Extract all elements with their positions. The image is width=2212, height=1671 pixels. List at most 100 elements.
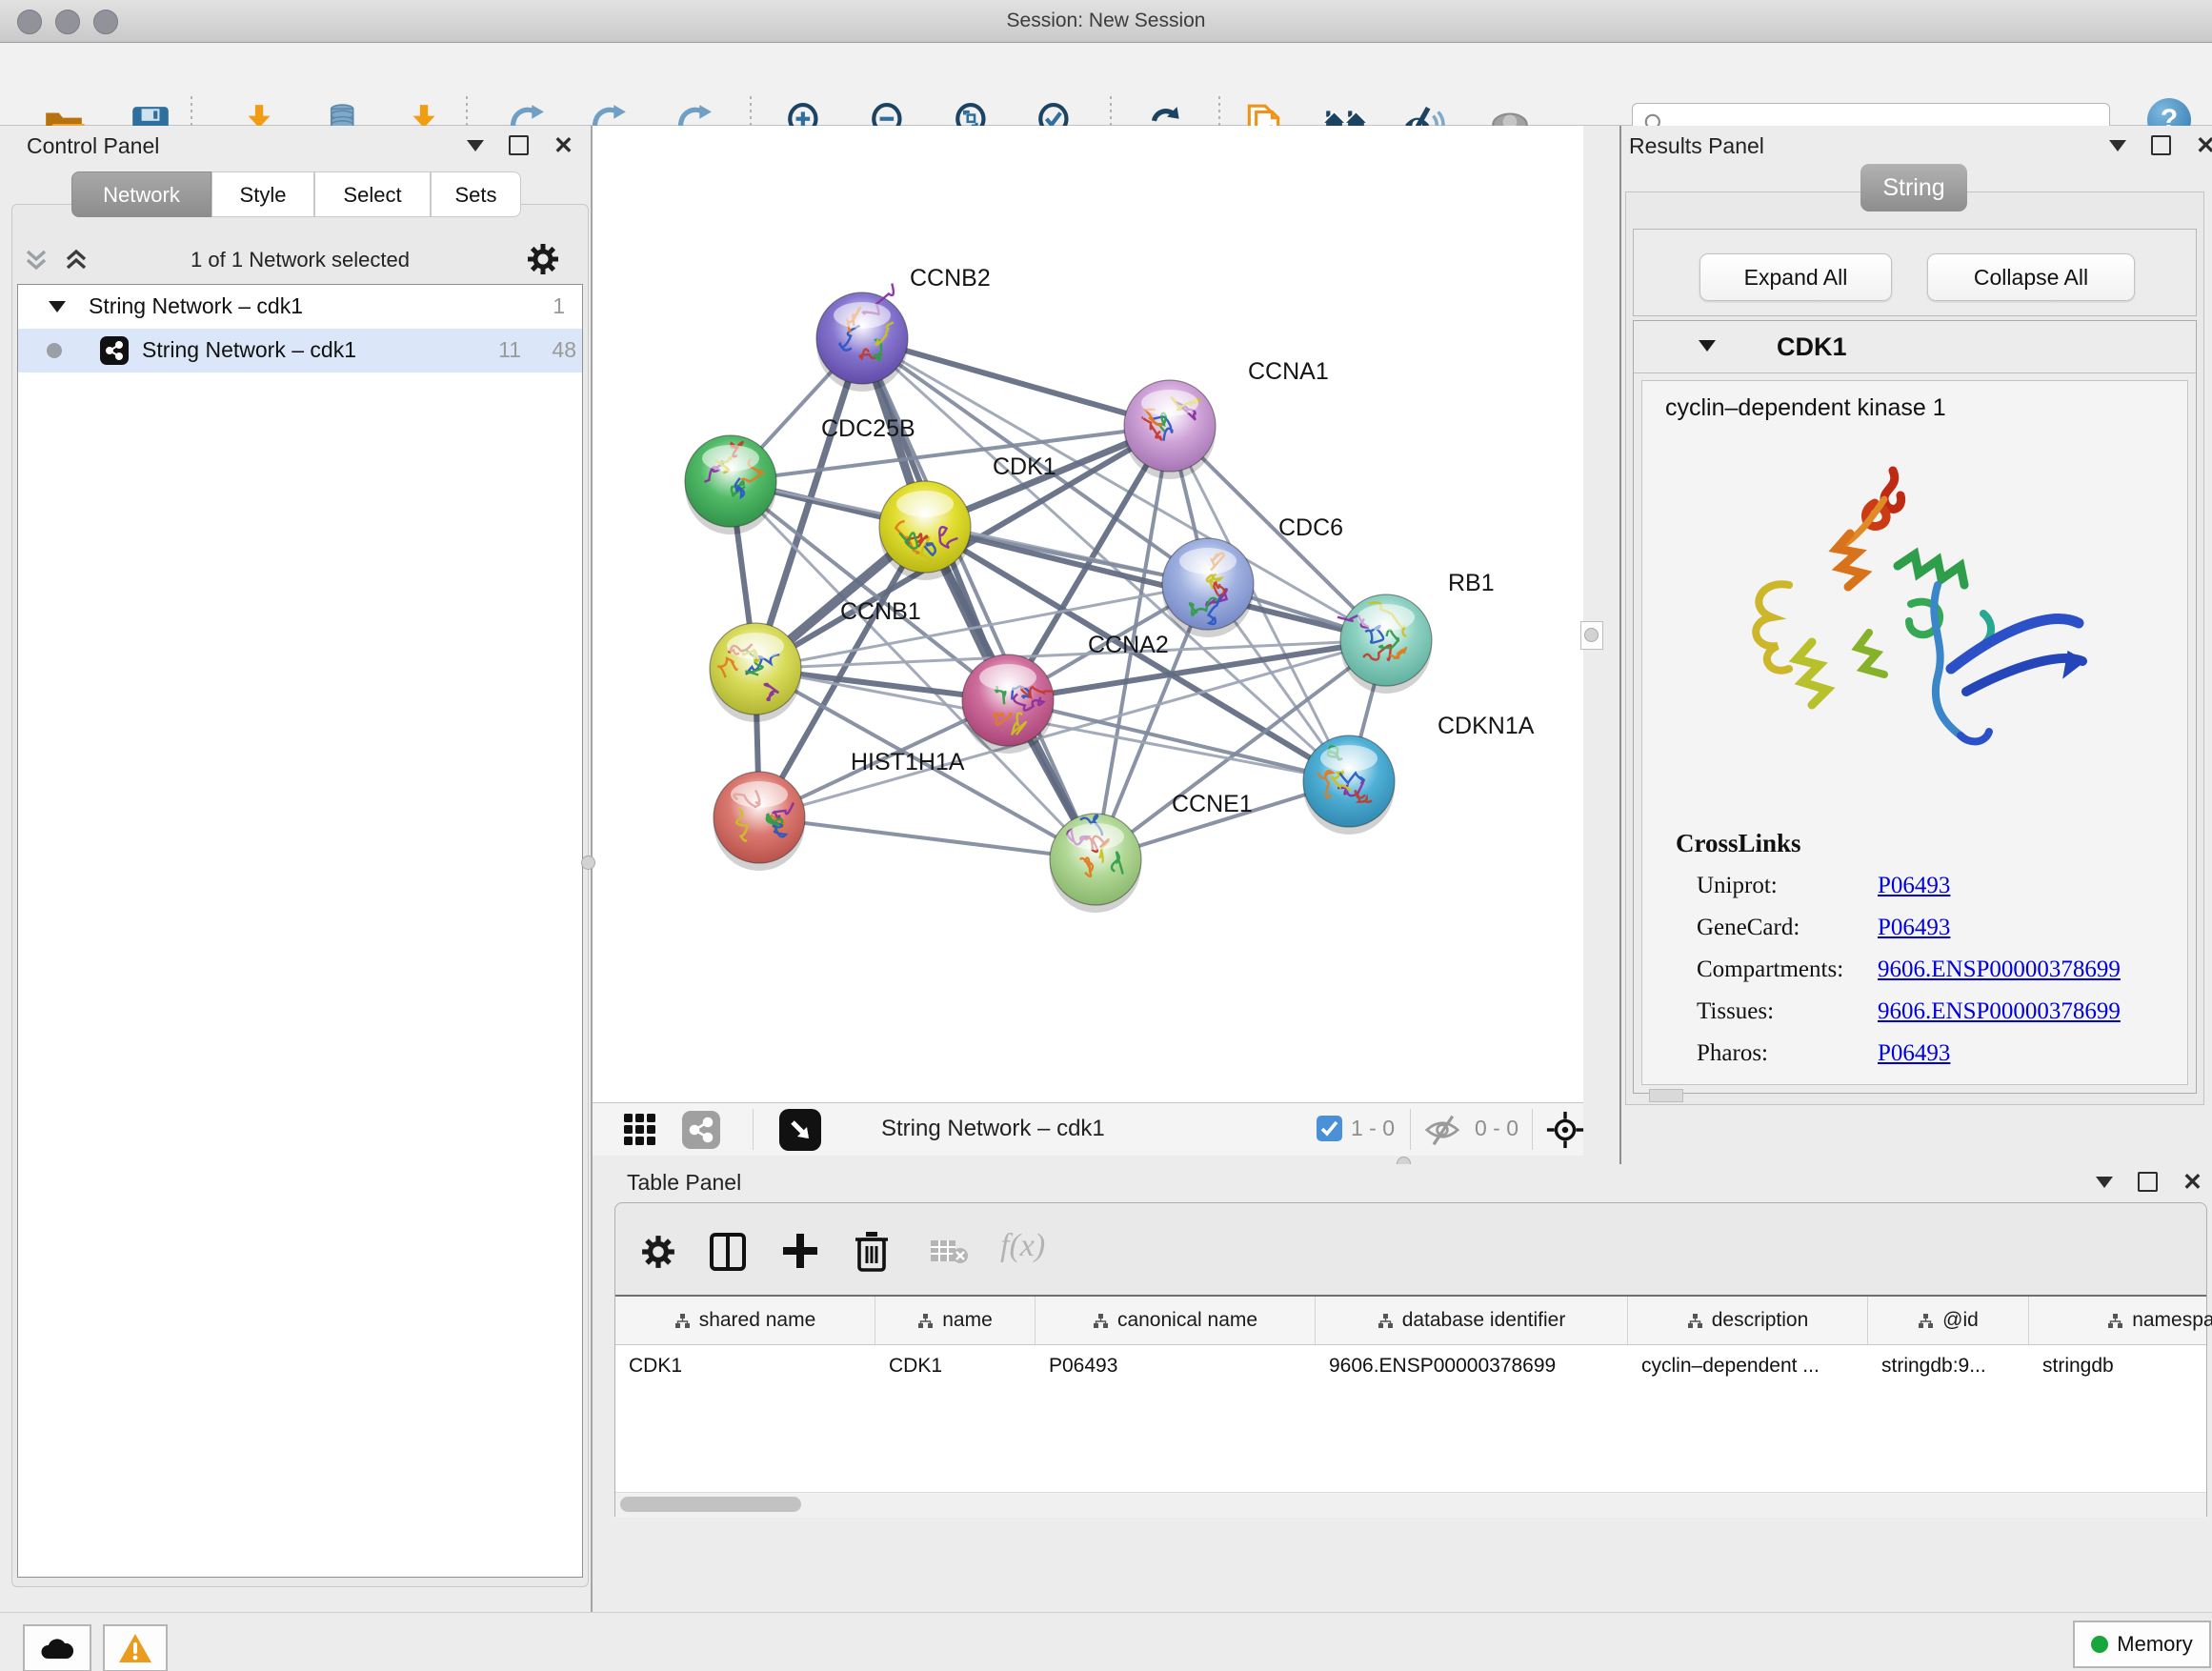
node-label: CCNE1 (1172, 791, 1253, 817)
column-header-database-identifier[interactable]: database identifier (1316, 1297, 1628, 1344)
cloud-status-button[interactable] (23, 1624, 91, 1671)
compartments-link[interactable]: 9606.ENSP00000378699 (1878, 956, 2121, 982)
column-grip-icon (1687, 1313, 1703, 1329)
cloud-icon (38, 1634, 76, 1662)
collection-row[interactable]: String Network – cdk1 1 (18, 285, 582, 329)
tab-style[interactable]: Style (211, 171, 314, 217)
birdseye-view-icon[interactable] (779, 1109, 821, 1151)
warning-status-button[interactable] (103, 1624, 168, 1671)
column-header-canonical-name[interactable]: canonical name (1036, 1297, 1316, 1344)
network-options-gear-icon[interactable] (526, 242, 560, 276)
show-columns-icon[interactable] (709, 1232, 747, 1272)
table-cell[interactable]: cyclin–dependent ... (1628, 1355, 1868, 1378)
delete-table-icon-disabled (930, 1238, 970, 1266)
table-row[interactable]: CDK1CDK1P064939606.ENSP00000378699cyclin… (615, 1345, 2206, 1387)
table-cell[interactable]: 9606.ENSP00000378699 (1316, 1355, 1628, 1378)
tissues-link[interactable]: 9606.ENSP00000378699 (1878, 998, 2121, 1024)
toolbar-separator (753, 1109, 754, 1150)
table-cell[interactable]: P06493 (1036, 1355, 1316, 1378)
protein-node[interactable]: CDKN1A (1303, 713, 1535, 835)
table-cell[interactable]: CDK1 (615, 1355, 875, 1378)
network-view-title: String Network – cdk1 (881, 1116, 1105, 1142)
panel-maximize-icon[interactable] (2138, 1172, 2158, 1192)
column-header-description[interactable]: description (1628, 1297, 1868, 1344)
horizontal-scrollbar[interactable] (615, 1492, 2206, 1518)
crosslink-label: GeneCard: (1697, 907, 1843, 949)
protein-node[interactable]: RB1 (1337, 570, 1495, 694)
node-label: CDK1 (993, 453, 1056, 480)
memory-status-dot-icon (2091, 1636, 2108, 1653)
node-card-header[interactable]: CDK1 (1634, 321, 2196, 373)
table-cell[interactable]: CDK1 (875, 1355, 1036, 1378)
results-panel: Results Panel ✕ String Expand All Collap… (1621, 126, 2212, 1164)
panel-close-icon[interactable]: ✕ (2196, 136, 2212, 155)
fit-content-crosshair-icon[interactable] (1545, 1110, 1585, 1150)
node-description: cyclin–dependent kinase 1 (1665, 394, 1946, 422)
panel-float-icon[interactable] (2109, 140, 2126, 151)
delete-column-icon[interactable] (854, 1230, 890, 1272)
selected-count: 1 - 0 (1351, 1116, 1395, 1141)
expand-all-button[interactable]: Expand All (1699, 253, 1892, 301)
tab-string[interactable]: String (1860, 164, 1967, 211)
protein-structure-image (1698, 442, 2117, 804)
expand-collapse-bar: Expand All Collapse All (1633, 229, 2197, 316)
column-grip-icon (1918, 1313, 1934, 1329)
scrollbar-thumb[interactable] (620, 1497, 801, 1512)
window-title: Session: New Session (0, 0, 2212, 42)
add-column-icon[interactable] (781, 1232, 819, 1270)
status-bar: Memory (0, 1612, 2212, 1671)
tab-sets[interactable]: Sets (431, 171, 521, 217)
collapse-all-button[interactable]: Collapse All (1927, 253, 2135, 301)
column-header--id[interactable]: @id (1868, 1297, 2029, 1344)
panel-maximize-icon[interactable] (509, 135, 529, 155)
tab-select[interactable]: Select (314, 171, 431, 217)
memory-label: Memory (2117, 1632, 2192, 1657)
panel-float-icon[interactable] (2096, 1177, 2113, 1188)
table-cell[interactable]: stringdb:9... (1868, 1355, 2029, 1378)
string-view-icon[interactable] (682, 1111, 720, 1149)
network-canvas[interactable]: CCNB2CCNA1CDC25BCDK1CDC6RB1CCNB1CCNA2CDK… (593, 126, 1583, 1102)
tab-network[interactable]: Network (71, 171, 211, 217)
panel-float-icon[interactable] (467, 140, 484, 151)
node-result-card: CDK1 cyclin–dependent kinase 1 (1633, 320, 2197, 1094)
column-header-namespace[interactable]: namespace (2029, 1297, 2212, 1344)
network-row-selected[interactable]: String Network – cdk1 11 48 (18, 329, 582, 372)
node-label: CCNB1 (840, 598, 921, 625)
card-collapse-icon[interactable] (1699, 340, 1716, 352)
network-selection-status: 1 of 1 Network selected (17, 248, 583, 272)
protein-node[interactable]: CCNE1 (1050, 791, 1253, 913)
node-label: CCNB2 (910, 265, 991, 292)
genecard-link[interactable]: P06493 (1878, 915, 1950, 940)
control-panel: Control Panel ✕ Network Style Select Set… (0, 126, 591, 1612)
panel-maximize-icon[interactable] (2151, 135, 2171, 155)
network-node-count: 11 (460, 337, 521, 363)
hidden-eye-slash-icon[interactable] (1423, 1113, 1461, 1147)
grid-view-icon[interactable] (623, 1113, 657, 1147)
pharos-link[interactable]: P06493 (1878, 1040, 1950, 1066)
crosslinks-labels: Uniprot: GeneCard: Compartments: Tissues… (1697, 865, 1843, 1075)
column-grip-icon (1093, 1313, 1109, 1329)
protein-node[interactable]: CCNA1 (1124, 358, 1329, 479)
panel-close-icon[interactable]: ✕ (553, 136, 573, 155)
column-header-shared-name[interactable]: shared name (615, 1297, 875, 1344)
table-cell[interactable]: stringdb (2029, 1355, 2212, 1378)
splitter-handle-button[interactable] (1580, 621, 1603, 650)
table-header-row: shared namenamecanonical namedatabase id… (615, 1295, 2206, 1345)
uniprot-link[interactable]: P06493 (1878, 873, 1950, 898)
selected-checkbox[interactable] (1317, 1116, 1342, 1141)
table-container: f(x) shared namenamecanonical namedataba… (614, 1202, 2207, 1517)
table-settings-gear-icon[interactable] (640, 1234, 676, 1270)
column-header-name[interactable]: name (875, 1297, 1036, 1344)
panel-close-icon[interactable]: ✕ (2182, 1173, 2202, 1192)
results-panel-title: Results Panel (1629, 133, 1764, 159)
function-builder-button-disabled: f(x) (1000, 1228, 1045, 1264)
protein-node[interactable]: CCNB2 (816, 265, 991, 392)
collection-expand-icon[interactable] (49, 301, 66, 312)
string-network-graph[interactable]: CCNB2CCNA1CDC25BCDK1CDC6RB1CCNB1CCNA2CDK… (593, 126, 1583, 1102)
memory-button[interactable]: Memory (2073, 1621, 2211, 1668)
scrollbar-nub[interactable] (1649, 1089, 1683, 1102)
splitter-handle[interactable] (581, 856, 595, 870)
crosslinks-values: P06493 P06493 9606.ENSP00000378699 9606.… (1878, 865, 2121, 1075)
node-label: CCNA1 (1248, 358, 1329, 385)
protein-node[interactable]: HIST1H1A (714, 749, 965, 871)
